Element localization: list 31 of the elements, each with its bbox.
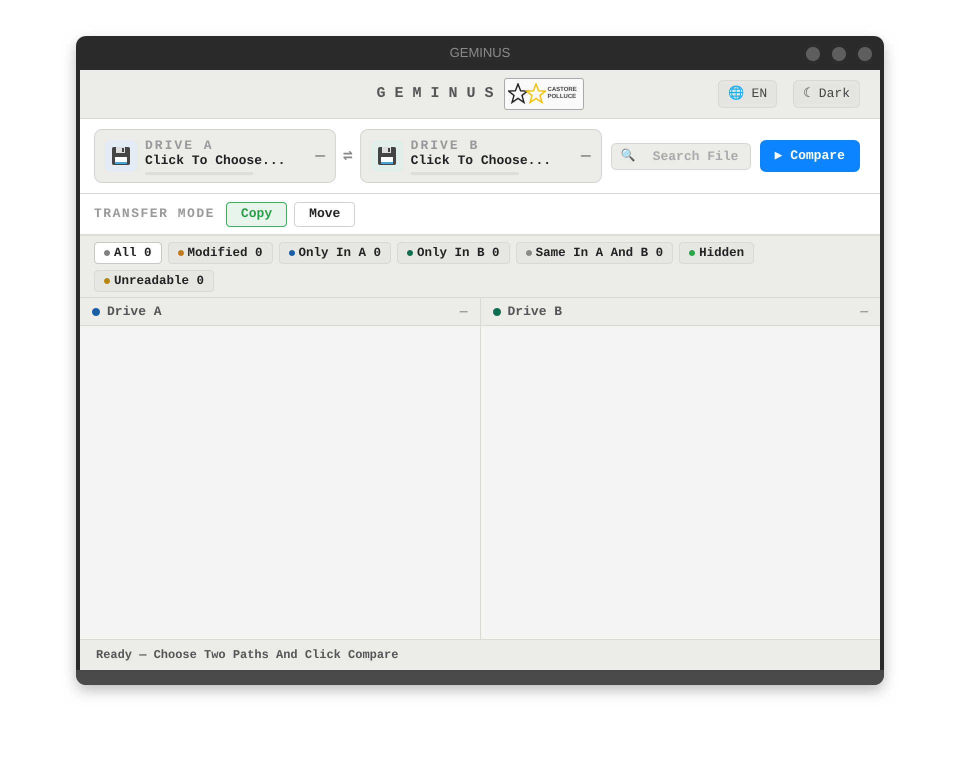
filter-chip[interactable]: Unreadable 0 (94, 270, 214, 292)
drive-label: DRIVE A (145, 138, 215, 152)
app-brand: G E M I N U S (376, 84, 494, 104)
drive-card[interactable]: DRIVE B Click To Choose... — (360, 129, 602, 183)
window-control[interactable] (832, 47, 846, 61)
swap-icon[interactable]: ⇌ (343, 144, 353, 168)
filter-chip[interactable]: Only In B 0 (397, 242, 510, 264)
transfer-mode-label: TRANSFER MODE (94, 205, 215, 224)
window-title: GEMINUS (450, 44, 510, 62)
filter-chip[interactable]: Only In A 0 (278, 242, 392, 264)
drive-path: Click To Choose... (145, 152, 286, 168)
drive-card[interactable]: DRIVE A Click To Choose... — (94, 129, 336, 183)
window-control[interactable] (806, 47, 820, 61)
stars-icon (508, 83, 546, 105)
search-icon: 🔍 (620, 148, 636, 164)
filter-chip[interactable]: Same In A And B 0 (516, 242, 674, 264)
drive-label: DRIVE B (410, 138, 480, 152)
theme-button[interactable]: ☾ Dark (793, 80, 860, 108)
filter-chip[interactable]: Hidden (679, 242, 754, 264)
status-bar: Ready — Choose Two Paths And Click Compare (80, 639, 880, 670)
drive-path: Click To Choose... (410, 152, 552, 168)
language-button[interactable]: 🌐 EN (718, 80, 778, 108)
compare-button[interactable]: ▶ Compare (760, 140, 860, 172)
filter-chip[interactable]: Modified 0 (168, 242, 273, 264)
pane-title: Drive B (508, 302, 562, 321)
floppy-icon (370, 140, 403, 172)
pane-title: Drive A (107, 302, 162, 321)
floppy-icon (105, 140, 137, 172)
filter-chip[interactable]: All 0 (94, 242, 162, 264)
mode-toggle[interactable]: Move (294, 202, 356, 226)
window-control[interactable] (858, 47, 872, 61)
